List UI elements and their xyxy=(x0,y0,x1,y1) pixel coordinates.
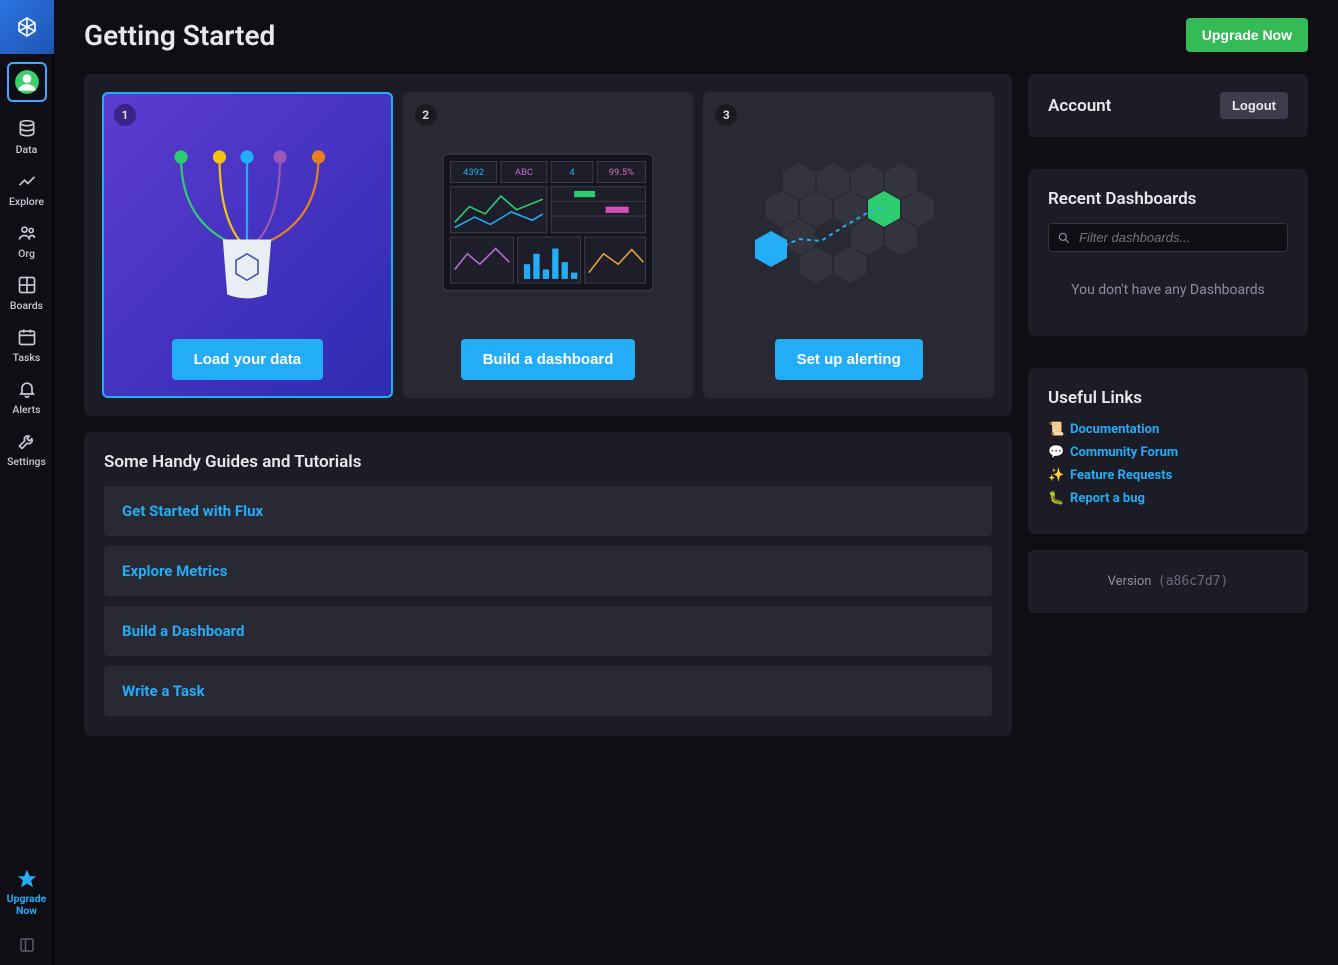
guide-link[interactable]: Explore Metrics xyxy=(104,546,992,596)
sidebar-item-alerts[interactable]: Alerts xyxy=(0,372,54,424)
avatar[interactable] xyxy=(7,62,47,102)
guide-link[interactable]: Write a Task xyxy=(104,666,992,716)
page-title: Getting Started xyxy=(84,19,275,52)
svg-text:4392: 4392 xyxy=(463,167,484,178)
sidebar-item-label: Tasks xyxy=(13,351,41,364)
sidebar-item-upgrade[interactable]: UpgradeNow xyxy=(0,862,54,925)
sidebar-item-org[interactable]: Org xyxy=(0,216,54,268)
useful-link-item: ✨ Feature Requests xyxy=(1048,468,1288,483)
recent-dashboards-title: Recent Dashboards xyxy=(1048,189,1288,209)
step-card-1[interactable]: 1 xyxy=(102,92,393,398)
sidebar-item-boards[interactable]: Boards xyxy=(0,268,54,320)
step-number: 1 xyxy=(114,104,136,126)
sidebar-item-data[interactable]: Data xyxy=(0,112,54,164)
account-panel: Account Logout xyxy=(1028,74,1308,137)
useful-link-item: 📜 Documentation xyxy=(1048,422,1288,437)
sidebar-item-label: UpgradeNow xyxy=(7,893,47,917)
page-header: Getting Started Upgrade Now xyxy=(84,18,1308,52)
search-icon xyxy=(1057,231,1071,245)
database-icon xyxy=(16,118,38,140)
svg-text:99.5%: 99.5% xyxy=(609,167,634,178)
useful-links-panel: Useful Links 📜 Documentation 💬 Community… xyxy=(1028,368,1308,534)
documentation-link[interactable]: Documentation xyxy=(1070,422,1159,437)
report-bug-link[interactable]: Report a bug xyxy=(1070,491,1145,506)
svg-text:4: 4 xyxy=(569,167,575,178)
empty-dashboards-text: You don't have any Dashboards xyxy=(1048,272,1288,316)
sidebar-collapse-button[interactable] xyxy=(0,925,54,965)
account-title: Account xyxy=(1048,96,1111,116)
bell-icon xyxy=(16,378,38,400)
star-icon xyxy=(16,868,38,890)
version-hash: (a86c7d7) xyxy=(1158,574,1228,589)
load-your-data-button[interactable]: Load your data xyxy=(172,339,324,380)
dashboard-filter-input-wrap xyxy=(1048,223,1288,252)
sidebar-item-label: Explore xyxy=(9,195,44,208)
user-icon xyxy=(14,69,40,95)
step-card-3[interactable]: 3 xyxy=(703,92,994,398)
sidebar-item-label: Alerts xyxy=(12,403,40,416)
cube-icon xyxy=(15,15,39,39)
logo[interactable] xyxy=(0,0,54,54)
version-panel: Version (a86c7d7) xyxy=(1028,550,1308,613)
set-up-alerting-button[interactable]: Set up alerting xyxy=(775,339,923,380)
guide-link[interactable]: Get Started with Flux xyxy=(104,486,992,536)
set-up-alerting-illustration xyxy=(717,106,980,339)
sidebar-item-label: Org xyxy=(18,247,35,260)
sidebar-item-settings[interactable]: Settings xyxy=(0,424,54,476)
sidebar-item-label: Boards xyxy=(10,299,43,312)
guides-panel: Some Handy Guides and Tutorials Get Star… xyxy=(84,432,1012,736)
recent-dashboards-panel: Recent Dashboards You don't have any Das… xyxy=(1028,169,1308,336)
sparkle-icon: ✨ xyxy=(1048,468,1064,483)
logout-button[interactable]: Logout xyxy=(1220,92,1288,119)
calendar-icon xyxy=(16,326,38,348)
main-content: Getting Started Upgrade Now 1 xyxy=(54,0,1338,965)
sidebar-item-label: Data xyxy=(16,143,38,156)
build-dashboard-illustration: 4392 ABC 4 99.5% xyxy=(417,106,680,339)
dashboard-filter-input[interactable] xyxy=(1071,230,1279,245)
guides-title: Some Handy Guides and Tutorials xyxy=(104,452,992,472)
sidebar-item-explore[interactable]: Explore xyxy=(0,164,54,216)
guide-link[interactable]: Build a Dashboard xyxy=(104,606,992,656)
sidebar: Data Explore Org Boards Tasks Alerts S xyxy=(0,0,54,965)
useful-link-item: 🐛 Report a bug xyxy=(1048,491,1288,506)
doc-icon: 📜 xyxy=(1048,422,1064,437)
build-dashboard-button[interactable]: Build a dashboard xyxy=(461,339,636,380)
load-data-illustration xyxy=(116,106,379,339)
version-label: Version xyxy=(1108,574,1152,589)
chat-icon: 💬 xyxy=(1048,445,1064,460)
svg-text:ABC: ABC xyxy=(515,167,533,178)
wrench-icon xyxy=(16,430,38,452)
sidebar-item-label: Settings xyxy=(7,455,46,468)
graph-icon xyxy=(16,170,38,192)
sidebar-item-tasks[interactable]: Tasks xyxy=(0,320,54,372)
community-forum-link[interactable]: Community Forum xyxy=(1070,445,1178,460)
bug-icon: 🐛 xyxy=(1048,491,1064,506)
useful-links-title: Useful Links xyxy=(1048,388,1288,408)
useful-link-item: 💬 Community Forum xyxy=(1048,445,1288,460)
step-cards-container: 1 xyxy=(84,74,1012,416)
users-icon xyxy=(16,222,38,244)
step-number: 2 xyxy=(415,104,437,126)
collapse-icon xyxy=(18,936,36,954)
upgrade-now-button[interactable]: Upgrade Now xyxy=(1186,18,1308,52)
feature-requests-link[interactable]: Feature Requests xyxy=(1070,468,1172,483)
grid-icon xyxy=(16,274,38,296)
step-card-2[interactable]: 2 4392 ABC 4 99.5% xyxy=(403,92,694,398)
